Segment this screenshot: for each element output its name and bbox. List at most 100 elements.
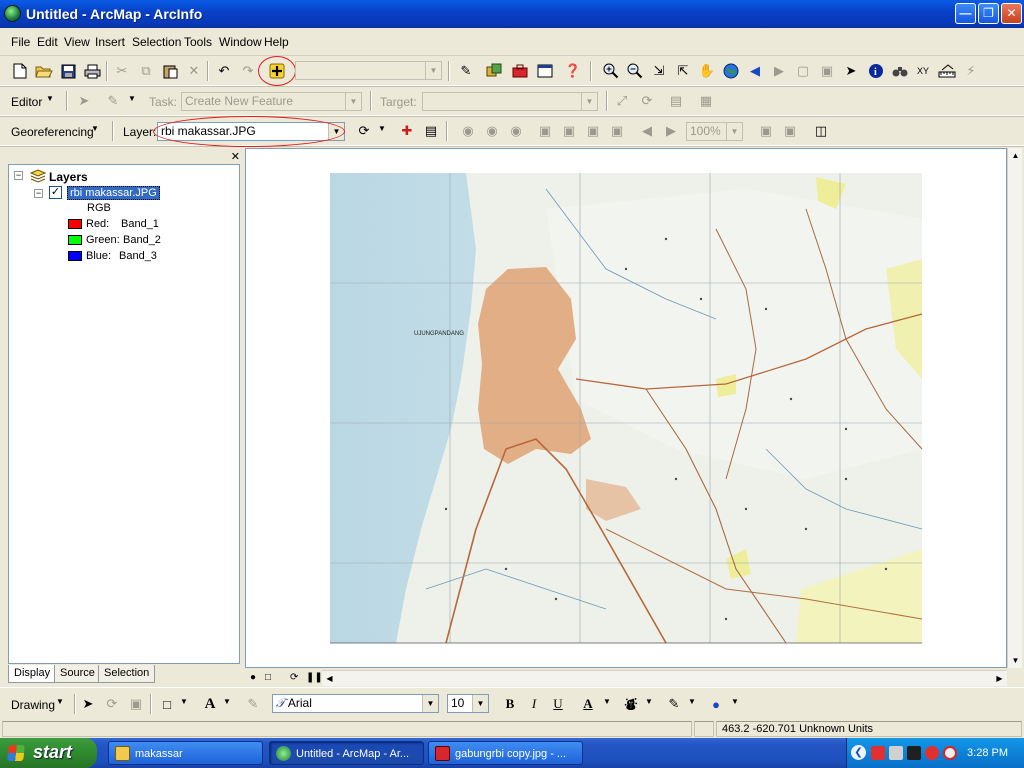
target-combo[interactable]: ▼ [422, 92, 598, 111]
editor-toolbar-icon[interactable]: ✎ [456, 61, 476, 81]
attributes-icon[interactable]: ▤ [666, 91, 686, 111]
measure-icon[interactable] [937, 61, 957, 81]
line-color-icon[interactable]: ✎ [664, 694, 684, 714]
menu-file[interactable]: File [11, 35, 30, 49]
tab-source[interactable]: Source [54, 665, 101, 683]
menu-edit[interactable]: Edit [37, 35, 58, 49]
rotate-tool-icon[interactable]: ⟳ [637, 91, 657, 111]
save-icon[interactable] [58, 61, 78, 81]
marker-color-icon[interactable]: ● [706, 694, 726, 714]
arccatalog-icon[interactable] [484, 61, 504, 81]
scroll-left-icon[interactable]: ◀ [322, 671, 337, 686]
split-tool-icon[interactable]: ⤢ [612, 91, 632, 111]
zoom-out-icon[interactable] [625, 61, 645, 81]
actual-size-icon[interactable]: ▣ [607, 121, 627, 141]
close-icon[interactable]: ✕ [231, 150, 240, 163]
image-zoom-combo[interactable]: 100% ▼ [686, 122, 743, 141]
select-elements-icon[interactable]: ➤ [78, 694, 98, 714]
menu-view[interactable]: View [64, 35, 90, 49]
forward-extent-icon[interactable]: ▶ [769, 61, 789, 81]
command-line-icon[interactable] [535, 61, 555, 81]
pause-drawing-icon[interactable]: ❚❚ [306, 672, 323, 683]
chevron-down-icon[interactable]: ▼ [223, 697, 231, 706]
chevron-down-icon[interactable]: ▼ [56, 697, 64, 706]
taskbar-item-gabungrbi[interactable]: gabungrbi copy.jpg - ... [428, 741, 583, 765]
arcmap-app-icon[interactable] [4, 5, 21, 22]
find-icon[interactable] [890, 61, 910, 81]
font-color-button[interactable]: A [578, 694, 598, 714]
layer-name[interactable]: rbi makassar.JPG [67, 186, 160, 200]
start-button[interactable]: start [0, 738, 97, 768]
chevron-down-icon[interactable]: ▼ [645, 697, 653, 706]
menu-tools[interactable]: Tools [184, 35, 212, 49]
go-to-xy-icon[interactable]: XY [913, 61, 933, 81]
collapse-layers-icon[interactable]: − [14, 171, 23, 180]
next-image-icon[interactable]: ▶ [661, 121, 681, 141]
layers-root-label[interactable]: Layers [49, 170, 88, 184]
paste-icon[interactable] [160, 61, 180, 81]
restore-button[interactable]: ❐ [978, 3, 999, 24]
hyperlink-icon[interactable]: ⚡ [961, 61, 981, 81]
fit-width-icon[interactable]: ▣ [559, 121, 579, 141]
chevron-down-icon[interactable]: ▼ [180, 697, 188, 706]
sketch-tool-icon[interactable]: ✎ [103, 91, 123, 111]
select-features-icon[interactable]: ▢ [793, 61, 813, 81]
refresh-icon[interactable]: ⟳ [290, 672, 298, 683]
drawing-menu[interactable]: Drawing [11, 698, 55, 712]
chevron-down-icon[interactable]: ▼ [378, 124, 386, 133]
back-extent-icon[interactable]: ◀ [745, 61, 765, 81]
effects-icon[interactable]: ◫ [811, 121, 831, 141]
scroll-down-icon[interactable]: ▼ [1008, 653, 1023, 668]
keyboard-icon[interactable] [907, 746, 921, 760]
zoom-whole-page-icon[interactable]: ▣ [126, 694, 146, 714]
red-band-swatch[interactable] [68, 219, 82, 229]
georef-layer-combo[interactable]: rbi makassar.JPG ▼ [157, 122, 345, 141]
fixed-zoom-in-icon[interactable]: ⇲ [649, 61, 669, 81]
data-view-icon[interactable]: □ [265, 672, 271, 683]
arctoolbox-icon[interactable] [510, 61, 530, 81]
chevron-down-icon[interactable]: ▼ [603, 697, 611, 706]
zoom-out-image-icon[interactable]: ◉ [482, 121, 502, 141]
font-name-combo[interactable]: 𝒯 Arial ▼ [272, 694, 439, 713]
show-hidden-icons-icon[interactable]: ❮ [851, 745, 866, 760]
security-shield-icon[interactable] [943, 746, 957, 760]
taskbar-item-makassar[interactable]: makassar [108, 741, 263, 765]
chevron-down-icon[interactable]: ▼ [731, 697, 739, 706]
map-vertical-scrollbar[interactable]: ▲ ▼ [1007, 148, 1022, 668]
topographic-map-image[interactable]: UJUNGPANDANG [246, 149, 1007, 668]
rotate-element-icon[interactable]: ⟳ [102, 694, 122, 714]
task-combo[interactable]: Create New Feature ▼ [181, 92, 362, 111]
scroll-up-icon[interactable]: ▲ [1008, 148, 1023, 163]
delete-icon[interactable]: ✕ [184, 61, 204, 81]
tab-selection[interactable]: Selection [98, 665, 156, 683]
editor-menu[interactable]: Editor [11, 95, 42, 109]
data-view-icon[interactable]: ▣ [780, 121, 800, 141]
redo-icon[interactable]: ↷ [238, 61, 258, 81]
view-link-table-icon[interactable]: ▤ [421, 121, 441, 141]
zoom-in-icon[interactable] [601, 61, 621, 81]
sketch-properties-icon[interactable]: ▦ [696, 91, 716, 111]
add-data-icon[interactable] [267, 61, 287, 81]
taskbar-item-arcmap[interactable]: Untitled - ArcMap - Ar... [269, 741, 424, 765]
cut-icon[interactable]: ✂ [112, 61, 132, 81]
map-display[interactable]: UJUNGPANDANG [245, 148, 1007, 668]
zoom-in-image-icon[interactable]: ◉ [458, 121, 478, 141]
layout-view-icon[interactable]: ▣ [756, 121, 776, 141]
pan-image-icon[interactable]: ◉ [506, 121, 526, 141]
whats-this-icon[interactable]: ❓ [563, 61, 583, 81]
close-button[interactable]: ✕ [1001, 3, 1022, 24]
underline-button[interactable]: U [548, 694, 568, 714]
blue-band-swatch[interactable] [68, 251, 82, 261]
new-text-icon[interactable]: A [200, 694, 220, 714]
bold-button[interactable]: B [500, 694, 520, 714]
print-icon[interactable] [82, 61, 102, 81]
map-horizontal-scrollbar[interactable]: ◀ ▶ [322, 670, 1007, 686]
scroll-right-icon[interactable]: ▶ [992, 671, 1007, 686]
fill-color-icon[interactable]: ⛇ [621, 694, 641, 714]
network-icon[interactable] [889, 746, 903, 760]
italic-button[interactable]: I [524, 694, 544, 714]
full-extent-icon[interactable] [721, 61, 741, 81]
green-band-swatch[interactable] [68, 235, 82, 245]
collapse-layer-icon[interactable]: − [34, 189, 43, 198]
map-scale-combo[interactable]: ▼ [295, 61, 442, 80]
